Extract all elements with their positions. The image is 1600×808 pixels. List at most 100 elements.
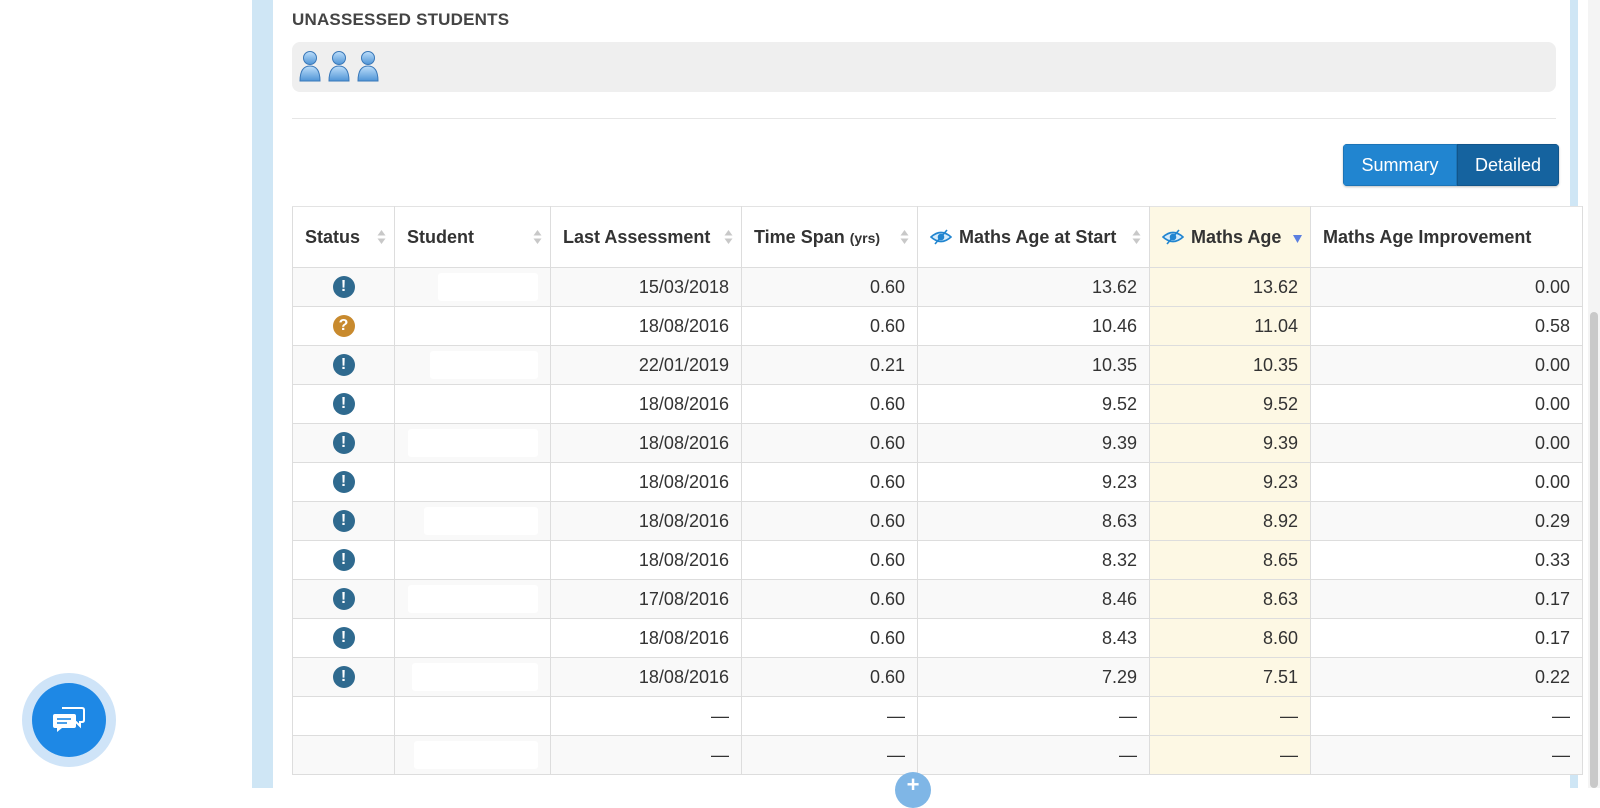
detailed-button[interactable]: Detailed	[1457, 144, 1559, 186]
time-span-cell: 0.60	[741, 267, 918, 307]
student-cell[interactable]	[394, 657, 551, 697]
maths-age-cell: 9.52	[1149, 384, 1311, 424]
maths-age-cell: 13.62	[1149, 267, 1311, 307]
student-name-redacted	[408, 585, 538, 613]
table-row[interactable]: ! 18/08/2016 0.60 8.43 8.60 0.17	[292, 618, 1583, 658]
maths-age-improvement-cell: —	[1310, 696, 1583, 736]
last-assessment-cell: 18/08/2016	[550, 540, 742, 580]
status-cell: !	[292, 618, 395, 658]
table-row[interactable]: ! 15/03/2018 0.60 13.62 13.62 0.00	[292, 267, 1583, 307]
page-scrollbar-thumb[interactable]	[1590, 312, 1598, 788]
alert-status-icon[interactable]: !	[332, 354, 355, 377]
person-icon[interactable]	[327, 50, 351, 82]
status-cell: !	[292, 501, 395, 541]
maths-age-improvement-cell: 0.17	[1310, 579, 1583, 619]
status-cell: !	[292, 462, 395, 502]
status-cell: ?	[292, 306, 395, 346]
person-icon[interactable]	[356, 50, 380, 82]
table-row[interactable]: — — — — —	[292, 696, 1583, 736]
table-header-row: Status Student Last Assessment Time Span…	[292, 206, 1583, 268]
col-header-student[interactable]: Student	[394, 206, 551, 268]
maths-age-start-cell: 9.39	[917, 423, 1150, 463]
maths-age-improvement-cell: 0.22	[1310, 657, 1583, 697]
alert-status-icon[interactable]: !	[332, 510, 355, 533]
table-row[interactable]: ! 18/08/2016 0.60 8.63 8.92 0.29	[292, 501, 1583, 541]
col-header-label: Maths Age at Start	[959, 226, 1117, 247]
students-table: Status Student Last Assessment Time Span…	[292, 206, 1583, 775]
add-fab-button[interactable]: +	[895, 772, 931, 808]
col-header-time-span[interactable]: Time Span (yrs)	[741, 206, 918, 268]
table-row[interactable]: ! 22/01/2019 0.21 10.35 10.35 0.00	[292, 345, 1583, 385]
last-assessment-cell: 18/08/2016	[550, 306, 742, 346]
status-cell: !	[292, 657, 395, 697]
col-header-maths-age-improvement[interactable]: Maths Age Improvement	[1310, 206, 1583, 268]
student-name-redacted	[408, 429, 538, 457]
student-cell[interactable]	[394, 579, 551, 619]
table-row[interactable]: — — — — —	[292, 735, 1583, 775]
maths-age-cell: 8.60	[1149, 618, 1311, 658]
status-cell	[292, 735, 395, 775]
col-header-label: Maths Age	[1191, 226, 1282, 247]
person-icon[interactable]	[298, 50, 322, 82]
col-header-status[interactable]: Status	[292, 206, 395, 268]
eye-icon[interactable]	[929, 228, 953, 245]
alert-status-icon[interactable]: !	[332, 549, 355, 572]
maths-age-improvement-cell: 0.58	[1310, 306, 1583, 346]
student-cell[interactable]	[394, 462, 551, 502]
col-header-label: Student	[407, 226, 474, 247]
maths-age-improvement-cell: 0.00	[1310, 267, 1583, 307]
table-row[interactable]: ! 18/08/2016 0.60 9.52 9.52 0.00	[292, 384, 1583, 424]
col-header-maths-age-start[interactable]: Maths Age at Start	[917, 206, 1150, 268]
time-span-cell: —	[741, 696, 918, 736]
alert-status-icon[interactable]: !	[332, 432, 355, 455]
student-cell[interactable]	[394, 267, 551, 307]
status-cell: !	[292, 384, 395, 424]
time-span-cell: 0.60	[741, 657, 918, 697]
question-status-icon[interactable]: ?	[332, 315, 355, 338]
student-cell[interactable]	[394, 306, 551, 346]
student-cell[interactable]	[394, 618, 551, 658]
student-cell[interactable]	[394, 696, 551, 736]
maths-age-improvement-cell: 0.00	[1310, 384, 1583, 424]
alert-status-icon[interactable]: !	[332, 393, 355, 416]
student-cell[interactable]	[394, 735, 551, 775]
student-cell[interactable]	[394, 384, 551, 424]
status-cell: !	[292, 345, 395, 385]
student-cell[interactable]	[394, 423, 551, 463]
status-cell: !	[292, 579, 395, 619]
alert-status-icon[interactable]: !	[332, 276, 355, 299]
section-divider	[292, 118, 1556, 119]
student-cell[interactable]	[394, 540, 551, 580]
maths-age-cell: 9.39	[1149, 423, 1311, 463]
time-span-cell: 0.60	[741, 618, 918, 658]
col-header-last-assessment[interactable]: Last Assessment	[550, 206, 742, 268]
sort-icon	[533, 230, 542, 244]
col-header-unit: (yrs)	[849, 229, 881, 246]
table-row[interactable]: ! 18/08/2016 0.60 9.23 9.23 0.00	[292, 462, 1583, 502]
student-name-redacted	[412, 663, 538, 691]
sort-desc-icon	[1293, 235, 1302, 243]
chat-bubbles-icon	[53, 707, 85, 732]
eye-icon[interactable]	[1161, 228, 1185, 245]
chat-button[interactable]	[32, 683, 106, 757]
student-name-redacted	[438, 273, 538, 301]
maths-age-start-cell: 9.52	[917, 384, 1150, 424]
table-row[interactable]: ! 18/08/2016 0.60 7.29 7.51 0.22	[292, 657, 1583, 697]
alert-status-icon[interactable]: !	[332, 666, 355, 689]
maths-age-cell: —	[1149, 735, 1311, 775]
student-cell[interactable]	[394, 501, 551, 541]
table-row[interactable]: ! 18/08/2016 0.60 9.39 9.39 0.00	[292, 423, 1583, 463]
maths-age-cell: 7.51	[1149, 657, 1311, 697]
unassessed-students-list	[292, 42, 1556, 92]
table-row[interactable]: ? 18/08/2016 0.60 10.46 11.04 0.58	[292, 306, 1583, 346]
maths-age-cell: 9.23	[1149, 462, 1311, 502]
student-cell[interactable]	[394, 345, 551, 385]
alert-status-icon[interactable]: !	[332, 627, 355, 650]
summary-button[interactable]: Summary	[1343, 144, 1457, 186]
alert-status-icon[interactable]: !	[332, 471, 355, 494]
table-row[interactable]: ! 17/08/2016 0.60 8.46 8.63 0.17	[292, 579, 1583, 619]
col-header-maths-age[interactable]: Maths Age	[1149, 206, 1311, 268]
table-row[interactable]: ! 18/08/2016 0.60 8.32 8.65 0.33	[292, 540, 1583, 580]
alert-status-icon[interactable]: !	[332, 588, 355, 611]
last-assessment-cell: 18/08/2016	[550, 618, 742, 658]
